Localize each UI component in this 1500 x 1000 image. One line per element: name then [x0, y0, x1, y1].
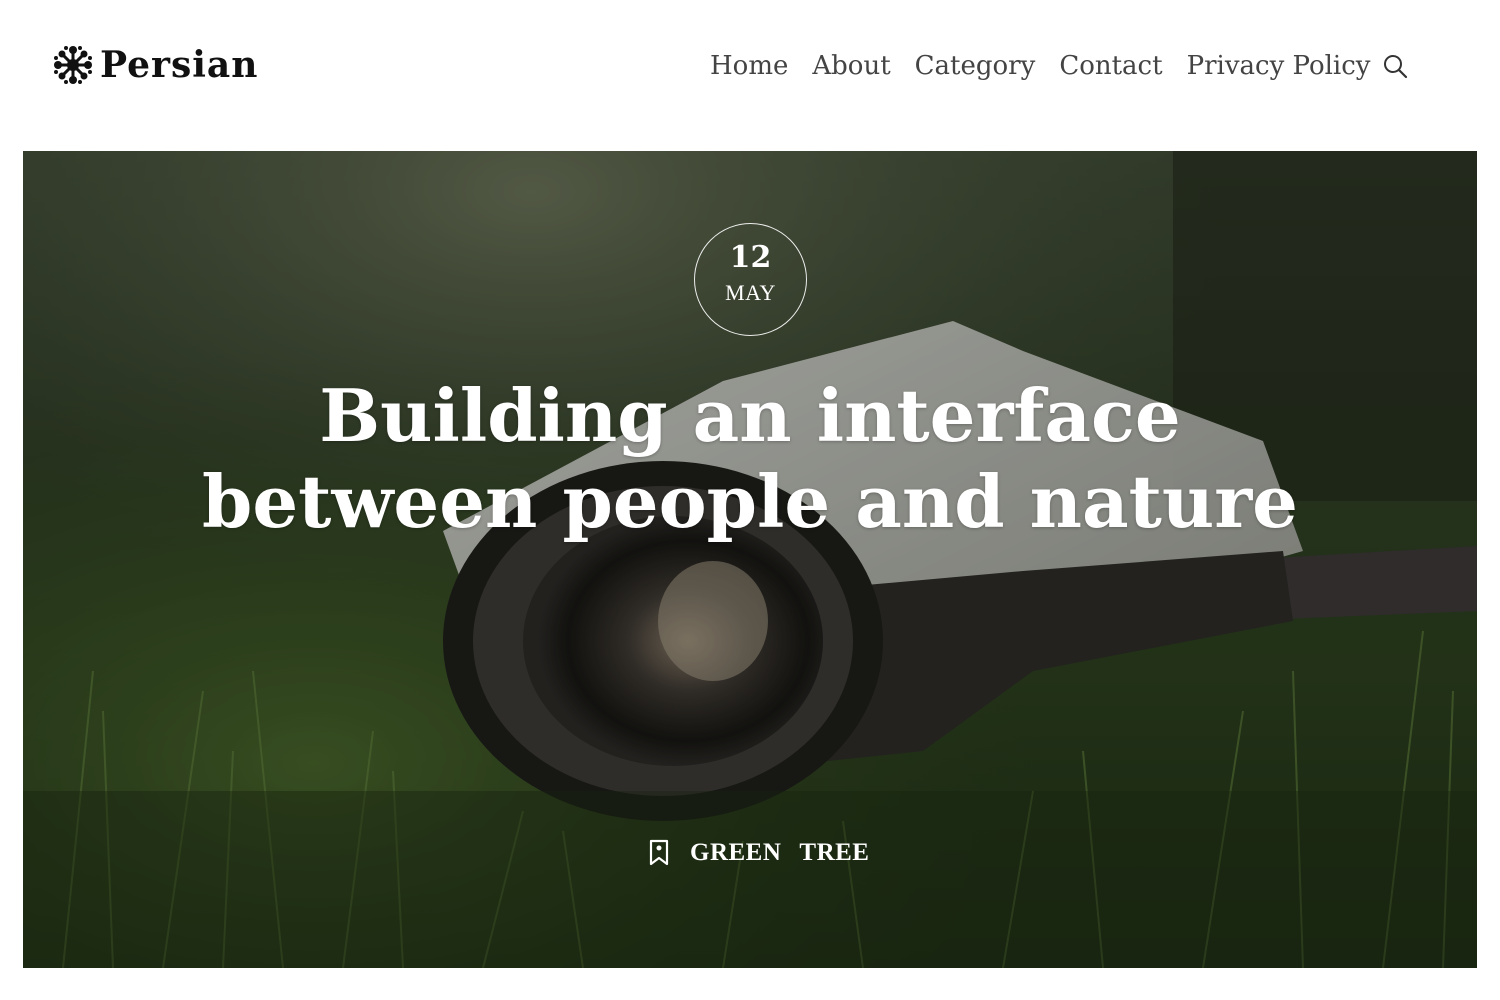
- search-icon: [1384, 55, 1408, 79]
- main-nav: Home About Category Contact Privacy Poli…: [710, 48, 1371, 84]
- tag-tree[interactable]: TREE: [799, 839, 869, 867]
- post-date-badge: 12 MAY: [694, 223, 807, 336]
- search-button[interactable]: [1381, 52, 1409, 80]
- tag-icon: [649, 839, 669, 866]
- post-date-day: 12: [729, 240, 772, 275]
- post-date-month: MAY: [725, 280, 776, 305]
- tag-green[interactable]: GREEN: [690, 839, 781, 867]
- nav-item-contact[interactable]: Contact: [1059, 48, 1162, 84]
- site-logo[interactable]: Persian: [52, 44, 258, 86]
- nav-item-about[interactable]: About: [812, 48, 890, 84]
- post-tags: GREEN TREE: [648, 839, 870, 867]
- site-header: Persian Home About Category Contact Priv…: [0, 0, 1500, 135]
- brand-name: Persian: [100, 44, 259, 86]
- coral-tree-icon: [54, 46, 92, 84]
- featured-post[interactable]: 12 MAY Building an interface between peo…: [23, 151, 1477, 968]
- nav-item-home[interactable]: Home: [710, 48, 788, 84]
- nav-item-category[interactable]: Category: [915, 48, 1036, 84]
- nav-item-privacy-policy[interactable]: Privacy Policy: [1187, 48, 1371, 84]
- post-title[interactable]: Building an interface between people and…: [183, 373, 1317, 545]
